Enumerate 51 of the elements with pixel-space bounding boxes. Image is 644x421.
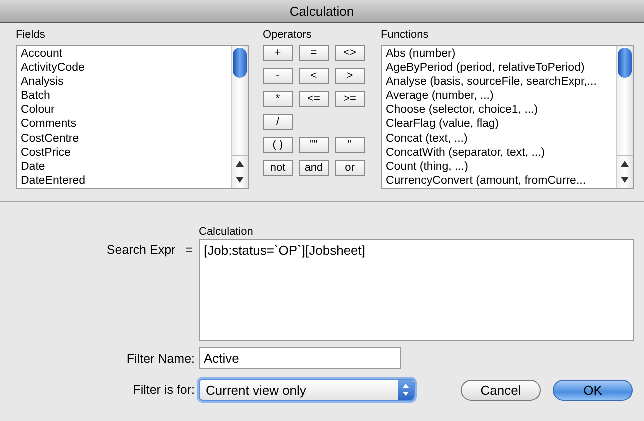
operator-button[interactable]: - [263,68,293,84]
operator-button[interactable]: >= [335,91,365,107]
list-item[interactable]: Concat (text, ...) [386,132,612,146]
filter-name-label: Filter Name: [126,352,195,366]
list-item[interactable]: CurrencyConvert (amount, fromCurre... [386,174,612,188]
operator-button[interactable]: '' [335,137,365,153]
operator-button[interactable]: <> [335,45,365,61]
operator-button[interactable]: < [299,68,329,84]
list-item[interactable]: AgeByPeriod (period, relativeToPeriod) [386,61,612,76]
list-item[interactable]: Choose (selector, choice1, ...) [386,103,612,118]
operator-button[interactable]: / [263,114,293,130]
list-item[interactable]: Analysis [21,75,227,90]
operator-button[interactable]: not [263,160,293,176]
operator-button[interactable]: > [335,68,365,84]
operator-button[interactable]: = [299,45,329,61]
list-item[interactable]: DateEntered [21,174,227,188]
list-item[interactable]: ActivityCode [21,61,227,76]
list-item[interactable]: Account [21,47,227,62]
filter-name-field[interactable]: Active [199,347,401,369]
list-label: Functions [381,28,430,43]
list-item[interactable]: Average (number, ...) [386,89,612,104]
operator-button[interactable]: + [263,45,293,61]
equals-sign: = [186,243,193,259]
list-item[interactable]: CostCentre [21,132,227,146]
list-item[interactable]: Count (thing, ...) [386,160,612,174]
search-expr-label: Search Expr [106,243,176,259]
operator-button[interactable]: and [299,160,329,176]
dialog-button[interactable]: Cancel [461,380,541,400]
operator-button[interactable]: "" [299,137,329,153]
list-item[interactable]: Batch [21,89,227,104]
list-label: Fields [16,28,46,43]
operator-button[interactable]: * [263,91,293,107]
list-item[interactable]: ConcatWith (separator, text, ...) [386,146,612,160]
list-item[interactable]: Comments [21,117,227,132]
calculation-caption: Calculation [199,226,254,238]
list-item[interactable]: Analyse (basis, sourceFile, searchExpr,... [386,75,612,90]
window-title: Calculation [0,0,644,23]
operator-button[interactable]: <= [299,91,329,107]
list-item[interactable]: Date [21,160,227,174]
operators-label: Operators [263,28,313,43]
operator-button[interactable]: ( ) [263,137,293,153]
filter-for-dropdown[interactable]: Current view only [199,379,415,401]
list-item[interactable]: Colour [21,103,227,118]
fields-list[interactable]: Account ActivityCode Analysis Batch Colour Comments CostCentre CostPrice Date DateEntered [16,45,249,189]
operator-button[interactable]: or [335,160,365,176]
list-item[interactable]: ClearFlag (value, flag) [386,117,612,132]
list-item[interactable]: Abs (number) [386,47,612,62]
expression-field[interactable]: [Job:status=`OP`][Jobsheet] [199,239,634,341]
list-item[interactable]: CostPrice [21,146,227,160]
default-button[interactable]: OK [553,380,633,400]
filter-for-label: Filter is for: [133,383,195,397]
